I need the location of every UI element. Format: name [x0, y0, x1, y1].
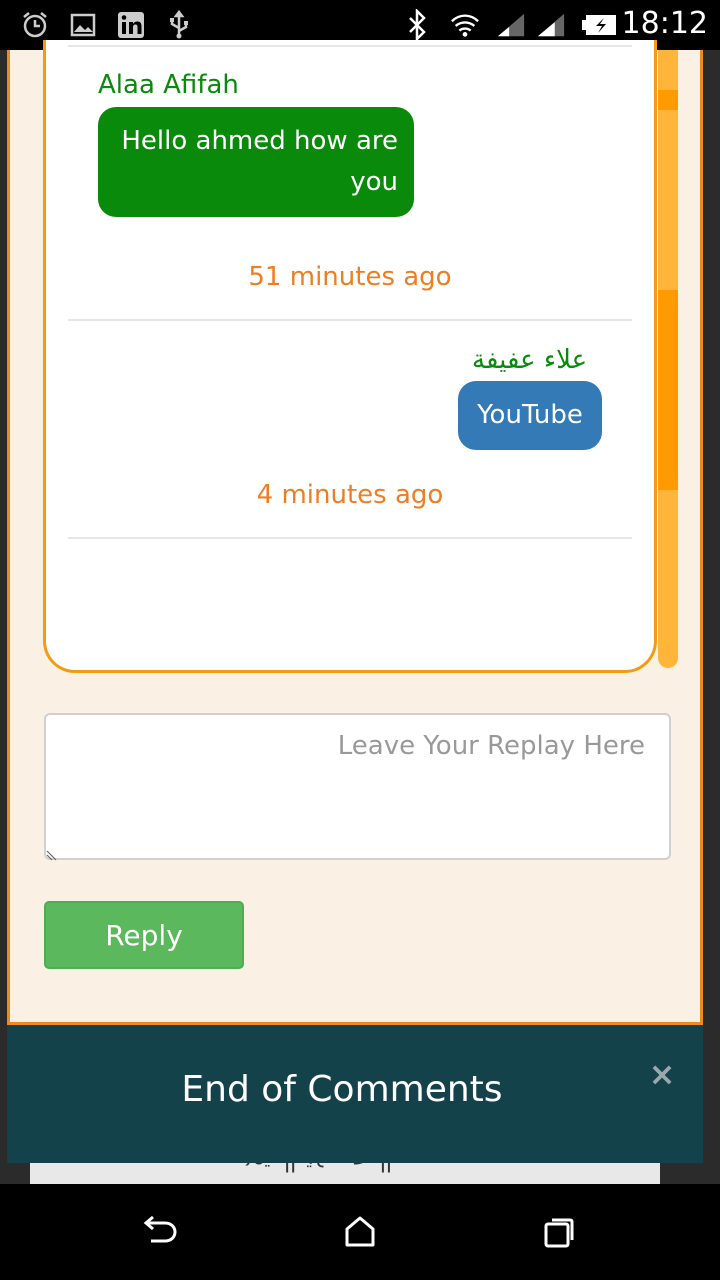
divider: [68, 45, 632, 47]
divider: [68, 319, 632, 321]
comment-bubble: YouTube: [458, 381, 602, 450]
reply-input[interactable]: [44, 713, 671, 860]
end-of-comments-toast: End of Comments ×: [7, 1025, 703, 1163]
comment-author: Alaa Afifah: [98, 70, 239, 100]
recent-apps-icon[interactable]: [540, 1212, 580, 1252]
comment-time: 4 minutes ago: [256, 480, 444, 510]
scrollbar-stripe: [658, 290, 678, 490]
divider: [68, 537, 632, 539]
image-icon: [68, 10, 98, 40]
bluetooth-icon: [402, 9, 432, 41]
comment-bubble: Hello ahmed how are you: [98, 107, 414, 217]
home-icon[interactable]: [340, 1212, 380, 1252]
linkedin-icon: [116, 10, 146, 40]
wifi-icon: [450, 10, 480, 40]
close-icon[interactable]: ×: [647, 1055, 677, 1093]
clock-time: 18:12: [621, 6, 708, 41]
comment-author: علاء عفيفة: [472, 345, 588, 375]
toast-message: End of Comments: [181, 1069, 503, 1110]
comments-sheet: Alaa Afifah Hello ahmed how are you 51 m…: [7, 40, 703, 1025]
scrollbar-stripe: [658, 90, 678, 110]
comment-time: 51 minutes ago: [248, 262, 452, 292]
back-icon[interactable]: [140, 1212, 180, 1252]
comments-list[interactable]: Alaa Afifah Hello ahmed how are you 51 m…: [43, 40, 657, 673]
comments-scrollbar[interactable]: [658, 50, 678, 668]
alarm-icon: [20, 10, 50, 40]
navigation-bar: [0, 1184, 720, 1280]
usb-icon: [164, 10, 194, 40]
resize-grip-icon[interactable]: [46, 846, 58, 861]
signal-icon: [536, 10, 566, 40]
battery-icon: [582, 10, 618, 40]
reply-button[interactable]: Reply: [44, 901, 244, 969]
signal-icon: [496, 10, 526, 40]
